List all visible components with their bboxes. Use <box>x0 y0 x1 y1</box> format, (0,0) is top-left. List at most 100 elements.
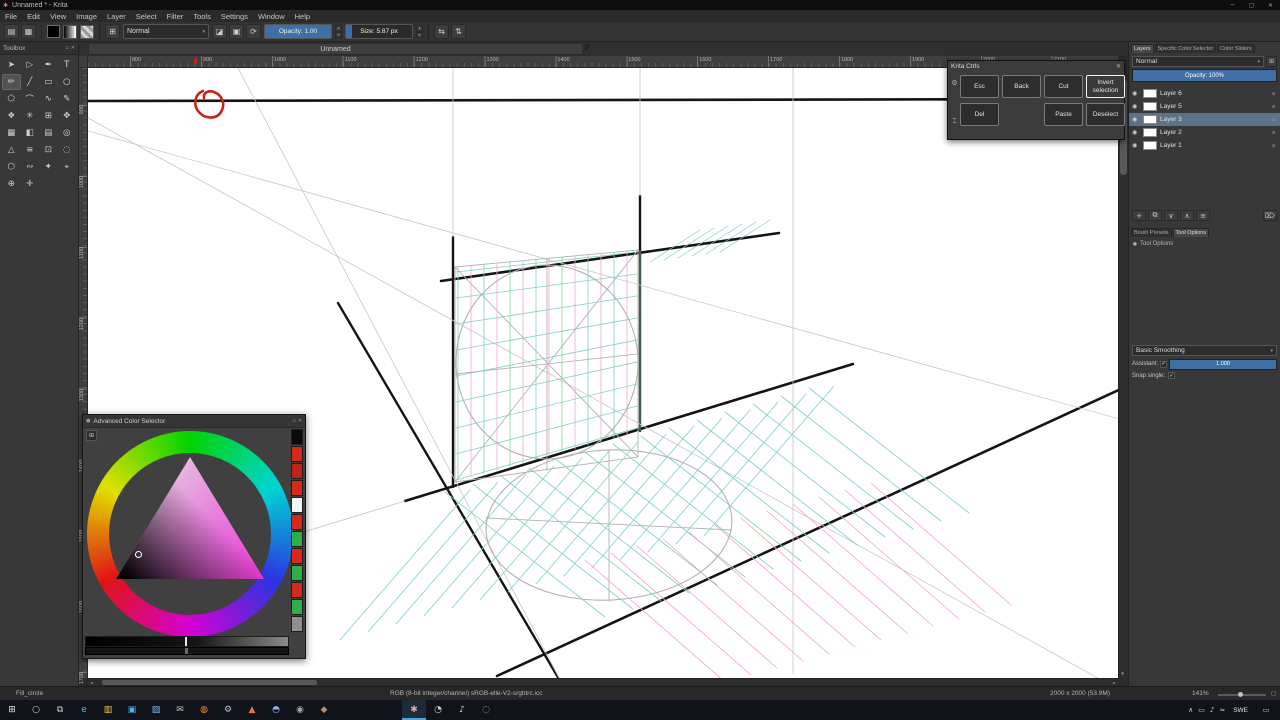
color-swatch[interactable] <box>291 497 303 513</box>
layer-row[interactable]: ◉ Layer 1 a <box>1129 139 1280 152</box>
tool-measure[interactable]: ≡ <box>21 142 40 158</box>
network-icon[interactable]: ≈ <box>1219 706 1225 714</box>
smoothing-mode-select[interactable]: Basic Smoothing ▾ <box>1132 345 1277 356</box>
tool-calligraphy[interactable]: ✒ <box>39 57 58 73</box>
taskbar-recorder[interactable]: ◔ <box>426 700 450 720</box>
zoom-slider-handle[interactable] <box>1238 692 1243 697</box>
tool-polyline[interactable]: ⌒ <box>21 91 40 107</box>
close-button[interactable]: ✕ <box>1261 0 1280 10</box>
tool-rectangle[interactable]: ▭ <box>39 74 58 90</box>
color-swatch[interactable] <box>291 446 303 462</box>
layer-opacity-slider[interactable]: Opacity: 100% <box>1132 69 1277 82</box>
krita-ctrls-titlebar[interactable]: Krita Ctrls ✕ <box>948 61 1124 72</box>
eraser-mode-icon[interactable]: ◪ <box>212 24 227 39</box>
taskbar-media-player[interactable]: ▲ <box>240 700 264 720</box>
close-icon[interactable]: ✕ <box>1116 63 1121 70</box>
color-swatch[interactable] <box>291 565 303 581</box>
tool-bezier[interactable]: ∿ <box>39 91 58 107</box>
tool-freehand-brush[interactable]: ✏ <box>2 74 21 90</box>
taskbar-task-view[interactable]: ⧉ <box>48 700 72 720</box>
mirror-horizontal-icon[interactable]: ⇆ <box>434 24 449 39</box>
layer-row[interactable]: ◉ Layer 6 a <box>1129 87 1280 100</box>
tool-ellipse-select[interactable]: ◌ <box>58 142 77 158</box>
opacity-stepper[interactable]: ▴ ▾ <box>335 25 342 38</box>
tool-text[interactable]: T <box>58 57 77 73</box>
assistant-checkbox[interactable]: ✓ <box>1160 360 1168 368</box>
taskbar-photos[interactable]: ▨ <box>144 700 168 720</box>
snap-single-checkbox[interactable]: ✓ <box>1168 372 1176 379</box>
kctrl-button-del[interactable]: Del <box>960 103 999 126</box>
visibility-eye-icon[interactable]: ◉ <box>1132 103 1140 110</box>
tool-magnetic-select[interactable]: ⌖ <box>58 159 77 175</box>
move-layer-up-button[interactable]: ∧ <box>1180 210 1194 221</box>
tool-select-shapes[interactable]: ➤ <box>2 57 21 73</box>
menu-item-file[interactable]: File <box>0 12 22 21</box>
kctrl-button-esc[interactable]: Esc <box>960 75 999 98</box>
float-docker-icon[interactable]: ▫ <box>292 418 295 424</box>
tool-freehand-select[interactable]: ∾ <box>21 159 40 175</box>
color-swatch[interactable] <box>291 463 303 479</box>
kctrl-button-paste[interactable]: Paste <box>1044 103 1083 126</box>
tool-color-sampler[interactable]: ◎ <box>58 125 77 141</box>
visibility-eye-icon[interactable]: ◉ <box>1132 129 1140 136</box>
onedrive-icon[interactable]: ▭ <box>1198 706 1205 714</box>
horizontal-scrollbar-thumb[interactable] <box>102 680 317 685</box>
float-docker-icon[interactable]: ▫ <box>65 45 68 51</box>
menu-item-filter[interactable]: Filter <box>162 12 189 21</box>
tool-rect-select[interactable]: ⊡ <box>39 142 58 158</box>
action-center-button[interactable]: ▭ <box>1256 700 1276 720</box>
tool-polygon[interactable]: ⬠ <box>2 91 21 107</box>
tool-freehand-path[interactable]: ✎ <box>58 91 77 107</box>
delete-layer-button[interactable]: ⌦ <box>1263 210 1277 221</box>
taskbar-settings[interactable]: ⚙ <box>216 700 240 720</box>
kctrl-button-cut[interactable]: Cut <box>1044 75 1083 98</box>
gradient-chooser[interactable] <box>63 24 77 39</box>
visibility-eye-icon[interactable]: ◉ <box>1132 116 1140 123</box>
blend-mode-select[interactable]: Normal ▾ <box>123 24 209 39</box>
menu-item-select[interactable]: Select <box>131 12 162 21</box>
value-slider[interactable] <box>85 636 289 647</box>
tool-options-section[interactable]: ● Tool Options <box>1133 241 1173 247</box>
tool-edit-shapes[interactable]: ▷ <box>21 57 40 73</box>
clamp-icon[interactable]: ⌶ <box>950 117 959 126</box>
taskbar-browser[interactable]: ◌ <box>474 700 498 720</box>
color-swatch[interactable] <box>291 480 303 496</box>
close-docker-icon[interactable]: ✕ <box>71 45 75 51</box>
minimize-button[interactable]: ─ <box>1223 0 1242 10</box>
tool-zoom[interactable]: ⊕ <box>2 176 21 192</box>
menu-item-settings[interactable]: Settings <box>216 12 253 21</box>
color-swatch[interactable] <box>291 548 303 564</box>
tool-similar-select[interactable]: ✦ <box>39 159 58 175</box>
assistant-value-slider[interactable]: 1.000 <box>1169 358 1277 370</box>
layer-properties-button[interactable]: ≡ <box>1196 210 1210 221</box>
horizontal-scrollbar[interactable]: ◄ ► <box>88 678 1118 686</box>
zoom-slider[interactable] <box>1218 692 1266 697</box>
color-swatch[interactable] <box>291 531 303 547</box>
tool-move[interactable]: ✥ <box>58 108 77 124</box>
menu-item-image[interactable]: Image <box>71 12 102 21</box>
language-indicator[interactable]: SWE <box>1230 707 1251 714</box>
tool-fill[interactable]: ◧ <box>21 125 40 141</box>
wrench-icon[interactable]: ⚙ <box>950 79 959 87</box>
taskbar-paint-app[interactable]: ◆ <box>312 700 336 720</box>
duplicate-layer-button[interactable]: ⧉ <box>1148 210 1162 221</box>
layer-row[interactable]: ◉ Layer 3 a <box>1129 113 1280 126</box>
tab-layers[interactable]: Layers <box>1131 44 1154 53</box>
size-slider[interactable]: Size: 5.87 px <box>345 24 413 39</box>
tool-polygon-select[interactable]: ⬡ <box>2 159 21 175</box>
opacity-slider[interactable]: Opacity: 1.00 <box>264 24 332 39</box>
pattern-chooser[interactable] <box>80 24 94 39</box>
color-swatch[interactable] <box>291 582 303 598</box>
menu-item-help[interactable]: Help <box>290 12 315 21</box>
color-swatch[interactable] <box>291 616 303 632</box>
taskbar-file-explorer[interactable]: ▥ <box>96 700 120 720</box>
layer-row[interactable]: ◉ Layer 5 a <box>1129 100 1280 113</box>
taskbar-krita[interactable]: ✱ <box>402 700 426 720</box>
tool-transform[interactable]: ⊞ <box>39 108 58 124</box>
color-selector-settings-icon[interactable]: ⊞ <box>86 430 97 441</box>
close-docker-icon[interactable]: ✕ <box>298 418 302 424</box>
toolbox-header[interactable]: Toolbox ▫ ✕ <box>0 42 78 55</box>
tool-crop[interactable]: ▦ <box>2 125 21 141</box>
taskbar-volume-mixer[interactable]: ♪ <box>450 700 474 720</box>
kctrl-button-invert-selection[interactable]: Invert selection <box>1086 75 1125 98</box>
